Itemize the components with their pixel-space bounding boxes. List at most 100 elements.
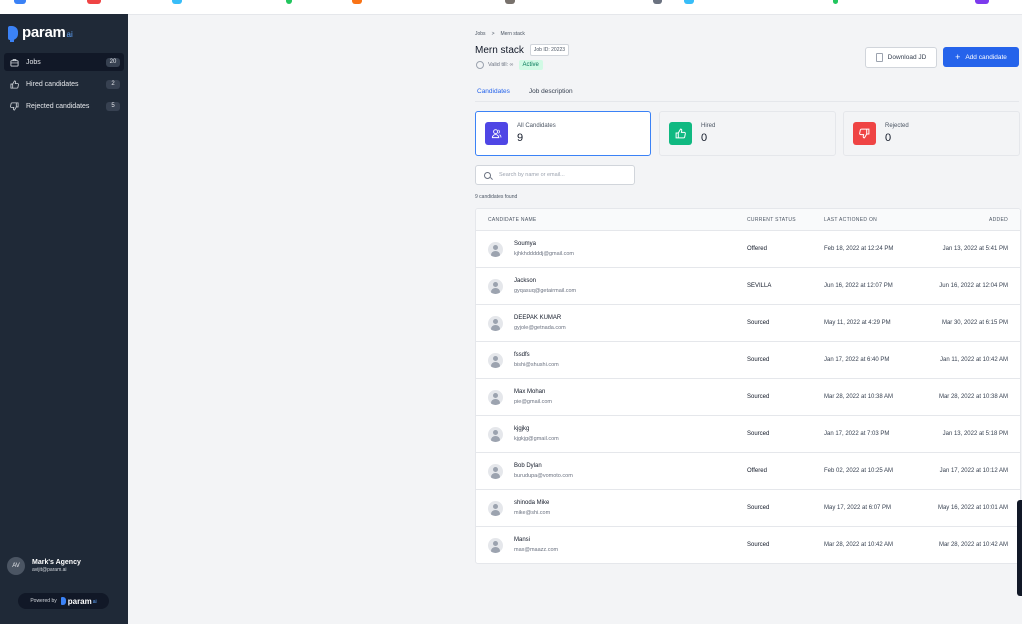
tabs: Candidates Job description bbox=[475, 86, 590, 102]
candidate-status: Sourced bbox=[747, 320, 770, 326]
download-jd-label: Download JD bbox=[887, 54, 927, 61]
candidates-table: CANDIDATE NAME CURRENT STATUS LAST ACTIO… bbox=[475, 208, 1021, 564]
table-row[interactable]: fssdfs bishi@shushi.com Sourced Jan 17, 202… bbox=[476, 342, 1020, 379]
brand-suffix: ai bbox=[66, 30, 73, 39]
table-row[interactable]: Bob Dylan burudupa@vomoto.com Offered Feb 0… bbox=[476, 453, 1020, 490]
candidate-email: kjgkjg@gmail.com bbox=[514, 436, 559, 442]
download-jd-button[interactable]: Download JD bbox=[865, 47, 937, 68]
avatar: AV bbox=[7, 557, 25, 575]
table-row[interactable]: shinoda Mike mike@shi.com Sourced May 17, 2… bbox=[476, 490, 1020, 527]
users-icon bbox=[485, 122, 508, 145]
param-logo[interactable]: param ai bbox=[8, 24, 73, 42]
user-email: avijit@param.ai bbox=[32, 567, 67, 573]
browser-bookmarks-strip bbox=[0, 0, 1022, 15]
sidebar-item-hired-candidates[interactable]: Hired candidates 2 bbox=[4, 75, 124, 93]
search-input[interactable] bbox=[497, 171, 631, 179]
table-row[interactable]: Mansi max@maazz.com Sourced Mar 28, 2022 at… bbox=[476, 527, 1020, 563]
candidate-status: Offered bbox=[747, 468, 767, 474]
table-row[interactable]: DEEPAK KUMAR gyjole@getnada.com Sourced May… bbox=[476, 305, 1020, 342]
sidebar-item-label: Jobs bbox=[26, 58, 41, 66]
briefcase-icon bbox=[10, 58, 19, 67]
candidate-name: fssdfs bbox=[514, 352, 530, 358]
thumbs-down-icon bbox=[853, 122, 876, 145]
candidate-status: Sourced bbox=[747, 394, 770, 400]
scrollbar[interactable] bbox=[1017, 500, 1022, 596]
candidate-cell: Jackson gyqasuq@getairmail.com bbox=[488, 278, 576, 294]
candidate-name: DEEPAK KUMAR bbox=[514, 315, 562, 321]
candidate-name: Soumya bbox=[514, 241, 537, 247]
card-value: 0 bbox=[701, 132, 708, 144]
page-title: Mern stack bbox=[475, 44, 524, 56]
card-rejected[interactable]: Rejected 0 bbox=[843, 111, 1020, 156]
card-value: 9 bbox=[517, 132, 524, 144]
candidate-name: kjgjkg bbox=[514, 426, 530, 432]
last-actioned-on: Jun 16, 2022 at 12:07 PM bbox=[824, 283, 893, 289]
added-on: May 16, 2022 at 10:01 AM bbox=[937, 505, 1008, 511]
search-icon bbox=[484, 171, 491, 179]
tab-candidates[interactable]: Candidates bbox=[475, 86, 512, 102]
sidebar-item-count: 2 bbox=[106, 79, 120, 89]
card-label: Rejected bbox=[885, 123, 909, 129]
tabs-divider bbox=[475, 101, 1019, 102]
card-all-candidates[interactable]: All Candidates 9 bbox=[475, 111, 651, 156]
sidebar-item-label: Hired candidates bbox=[26, 80, 79, 88]
plus-icon: + bbox=[955, 52, 961, 62]
job-id-badge: Job ID: 20223 bbox=[529, 44, 570, 56]
param-logo-icon bbox=[8, 25, 18, 42]
brand-name: param bbox=[22, 24, 66, 41]
sidebar-item-count: 20 bbox=[106, 57, 120, 67]
candidate-cell: shinoda Mike mike@shi.com bbox=[488, 500, 550, 516]
header-last-actioned[interactable]: LAST ACTIONED ON bbox=[824, 217, 877, 223]
powered-brand-suffix: ai bbox=[92, 599, 97, 605]
thumbs-down-icon bbox=[10, 101, 19, 111]
breadcrumb: Jobs > Mern stack bbox=[475, 31, 525, 37]
last-actioned-on: Mar 28, 2022 at 10:42 AM bbox=[824, 542, 894, 548]
last-actioned-on: May 17, 2022 at 6:07 PM bbox=[824, 505, 892, 511]
table-row[interactable]: Soumya kjhkhdddddj@gmail.com Offered Feb 18… bbox=[476, 231, 1020, 268]
tab-job-description[interactable]: Job description bbox=[527, 86, 575, 102]
last-actioned-on: Jan 17, 2022 at 6:40 PM bbox=[824, 357, 890, 363]
added-on: Jan 13, 2022 at 5:41 PM bbox=[942, 246, 1008, 252]
sidebar-item-jobs[interactable]: Jobs 20 bbox=[4, 53, 124, 71]
candidate-name: shinoda Mike bbox=[514, 500, 550, 506]
breadcrumb-jobs-link[interactable]: Jobs bbox=[475, 31, 486, 37]
table-row[interactable]: Max Mohan pie@gmail.com Sourced Mar 28, 202… bbox=[476, 379, 1020, 416]
candidate-email: gyjole@getnada.com bbox=[514, 325, 566, 331]
user-name: Mark's Agency bbox=[32, 559, 81, 566]
candidate-name: Max Mohan bbox=[514, 389, 546, 395]
add-candidate-label: Add candidate bbox=[965, 53, 1007, 61]
user-profile[interactable]: AV Mark's Agency avijit@param.ai bbox=[7, 557, 81, 575]
add-candidate-button[interactable]: + Add candidate bbox=[943, 47, 1019, 67]
job-header: Mern stack Job ID: 20223 bbox=[475, 44, 570, 56]
table-header: CANDIDATE NAME CURRENT STATUS LAST ACTIO… bbox=[476, 209, 1020, 231]
candidate-email: pie@gmail.com bbox=[514, 399, 552, 405]
thumbs-up-icon bbox=[669, 122, 692, 145]
avatar bbox=[488, 389, 503, 405]
candidate-status: SEVILLA bbox=[747, 283, 772, 289]
candidate-cell: fssdfs bishi@shushi.com bbox=[488, 352, 559, 368]
added-on: Mar 30, 2022 at 6:15 PM bbox=[941, 320, 1008, 326]
candidate-cell: Mansi max@maazz.com bbox=[488, 537, 558, 553]
candidate-name: Jackson bbox=[514, 278, 537, 284]
table-body: Soumya kjhkhdddddj@gmail.com Offered Feb 18… bbox=[476, 231, 1020, 563]
breadcrumb-current: Mern stack bbox=[500, 31, 525, 37]
header-added[interactable]: ADDED bbox=[989, 217, 1008, 223]
last-actioned-on: Feb 02, 2022 at 10:25 AM bbox=[824, 468, 894, 474]
card-hired[interactable]: Hired 0 bbox=[659, 111, 836, 156]
table-row[interactable]: kjgjkg kjgkjg@gmail.com Sourced Jan 17, 202… bbox=[476, 416, 1020, 453]
sidebar-item-count: 5 bbox=[106, 101, 120, 111]
added-on: Mar 28, 2022 at 10:38 AM bbox=[938, 394, 1008, 400]
powered-by-text: Powered by bbox=[30, 598, 57, 604]
candidate-cell: DEEPAK KUMAR gyjole@getnada.com bbox=[488, 315, 566, 331]
avatar bbox=[488, 278, 503, 294]
header-candidate-name[interactable]: CANDIDATE NAME bbox=[488, 217, 537, 223]
header-current-status[interactable]: CURRENT STATUS bbox=[747, 217, 796, 223]
sidebar-nav: Jobs 20 Hired candidates 2 Rejected cand… bbox=[4, 53, 124, 119]
candidates-found-count: 9 candidates found bbox=[475, 194, 518, 200]
candidate-status: Sourced bbox=[747, 505, 770, 511]
table-row[interactable]: Jackson gyqasuq@getairmail.com SEVILLA Jun … bbox=[476, 268, 1020, 305]
added-on: Mar 28, 2022 at 10:42 AM bbox=[938, 542, 1008, 548]
breadcrumb-separator: > bbox=[491, 31, 495, 37]
sidebar-item-rejected-candidates[interactable]: Rejected candidates 5 bbox=[4, 97, 124, 115]
powered-by-badge: Powered by param ai bbox=[18, 593, 109, 609]
